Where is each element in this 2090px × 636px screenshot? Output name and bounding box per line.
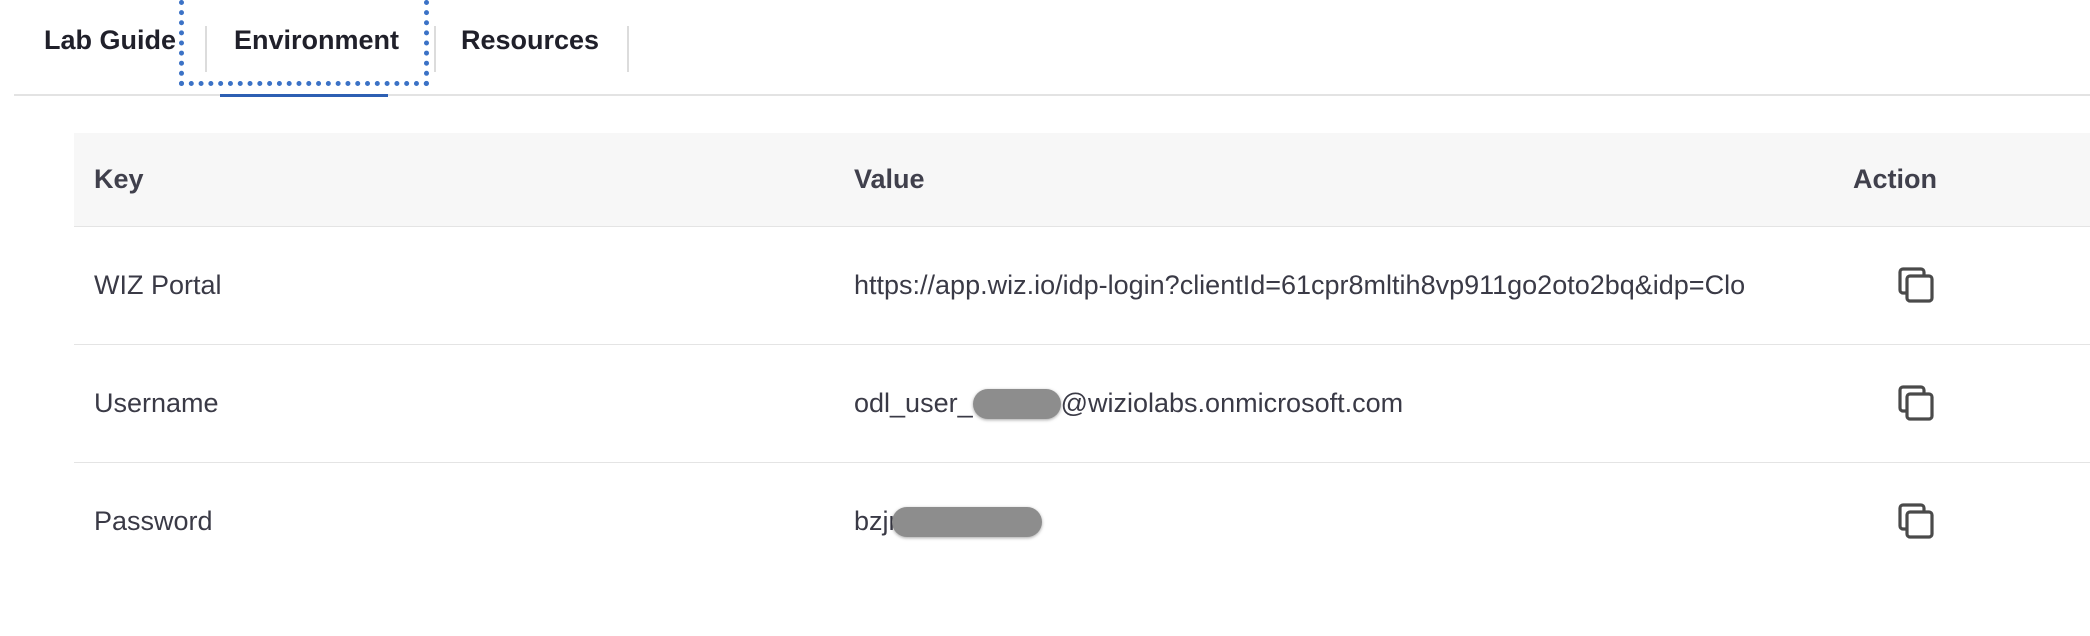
tab-divider	[434, 26, 436, 72]
redacted-block	[972, 388, 1061, 419]
tab-resources[interactable]: Resources	[461, 0, 599, 80]
row-key: Password	[94, 506, 213, 536]
lab-environment-panel: Lab Guide Environment Resources Key Valu…	[0, 0, 2090, 636]
tab-divider	[627, 26, 629, 72]
tab-bar: Lab Guide Environment Resources	[14, 0, 2090, 96]
row-key: Username	[94, 388, 219, 418]
copy-icon	[1898, 385, 1934, 421]
tab-divider	[205, 26, 207, 72]
column-header-action: Action	[1853, 164, 1937, 194]
redacted-block	[891, 506, 1042, 537]
row-value[interactable]: odl_user_ @wiziolabs.onmicrosoft.com	[854, 345, 1834, 462]
column-header-value: Value	[854, 164, 925, 194]
username-prefix: odl_user_	[854, 388, 973, 418]
tab-lab-guide[interactable]: Lab Guide	[44, 0, 176, 80]
row-value[interactable]: bzjr	[854, 463, 1834, 580]
copy-icon	[1898, 267, 1934, 303]
environment-table: Key Value Action WIZ Portal https://app.…	[74, 133, 2090, 580]
column-header-key: Key	[94, 164, 144, 194]
copy-button[interactable]	[1896, 265, 1936, 305]
password-prefix: bzjr	[854, 506, 898, 536]
table-header: Key Value Action	[74, 133, 2090, 227]
copy-button[interactable]	[1896, 383, 1936, 423]
username-suffix: @wiziolabs.onmicrosoft.com	[1060, 388, 1404, 418]
active-tab-indicator	[220, 94, 388, 97]
copy-button[interactable]	[1896, 501, 1936, 541]
row-value[interactable]: https://app.wiz.io/idp-login?clientId=61…	[854, 227, 1834, 344]
tab-environment[interactable]: Environment	[234, 0, 399, 80]
copy-icon	[1898, 503, 1934, 539]
table-row: Username odl_user_ @wiziolabs.onmicrosof…	[74, 345, 2090, 463]
table-row: WIZ Portal https://app.wiz.io/idp-login?…	[74, 227, 2090, 345]
row-key: WIZ Portal	[94, 270, 222, 300]
table-row: Password bzjr	[74, 463, 2090, 580]
